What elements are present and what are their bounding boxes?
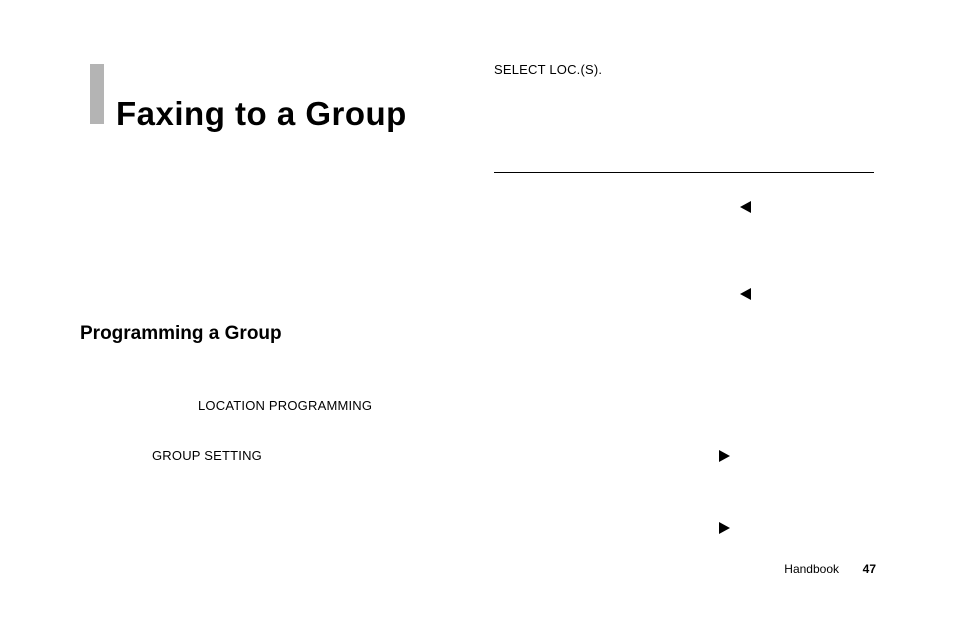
divider-line bbox=[494, 172, 874, 173]
title-accent-bar bbox=[90, 64, 104, 124]
arrow-left-icon bbox=[740, 201, 751, 213]
page: Faxing to a Group Programming a Group LO… bbox=[0, 0, 954, 618]
section-heading: Programming a Group bbox=[80, 323, 282, 345]
label-group-setting: GROUP SETTING bbox=[152, 448, 262, 463]
label-location-programming: LOCATION PROGRAMMING bbox=[198, 398, 372, 413]
footer-page-number: 47 bbox=[863, 562, 876, 576]
footer-label: Handbook bbox=[784, 562, 839, 576]
title-block: Faxing to a Group bbox=[90, 95, 407, 133]
arrow-left-icon bbox=[740, 288, 751, 300]
page-title: Faxing to a Group bbox=[116, 95, 407, 133]
arrow-right-icon bbox=[719, 450, 730, 462]
label-select-loc: SELECT LOC.(S). bbox=[494, 62, 602, 77]
arrow-right-icon bbox=[719, 522, 730, 534]
